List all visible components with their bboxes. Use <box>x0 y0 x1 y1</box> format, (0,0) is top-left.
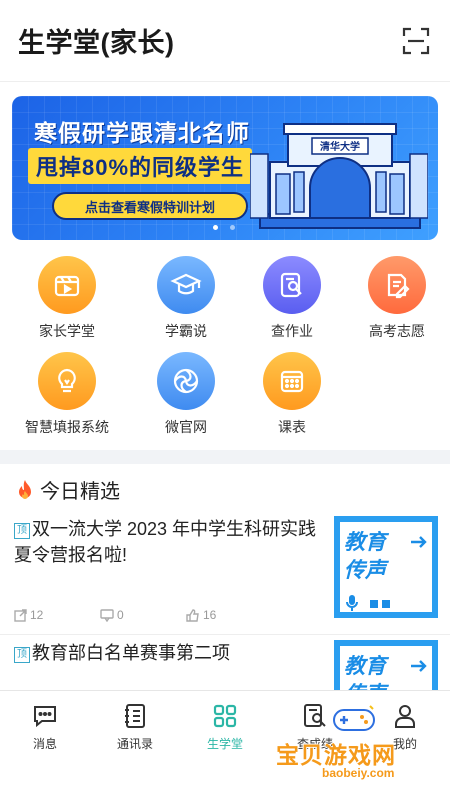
comment-stat[interactable]: 0 <box>100 608 186 622</box>
article-divider <box>0 634 450 635</box>
article-thumbnail[interactable]: 教育 传声 <box>334 516 438 618</box>
pagination-dot[interactable] <box>230 225 235 230</box>
scan-button[interactable] <box>400 25 432 57</box>
grid-item-label: 课表 <box>278 419 306 435</box>
gate-sign-text: 清华大学 <box>320 140 360 153</box>
contacts-book-icon <box>90 701 180 731</box>
share-count: 12 <box>30 608 44 622</box>
banner-cta-button[interactable]: 点击查看寒假特训计划 <box>52 192 248 220</box>
grid-item-timetable[interactable]: 课表 <box>242 352 342 437</box>
banner-headline: 寒假研学跟清北名师 <box>34 120 250 146</box>
nav-item-contacts[interactable]: 通讯录 <box>90 701 180 752</box>
grid-item-label: 学霸说 <box>165 323 207 339</box>
pen-paper-icon <box>368 256 426 314</box>
aperture-icon <box>157 352 215 410</box>
watermark-text: 宝贝游戏网 <box>276 742 396 768</box>
pagination-dot[interactable] <box>213 225 218 230</box>
nav-label: 通讯录 <box>116 737 153 751</box>
arrow-right-icon <box>411 660 427 672</box>
graduation-cap-icon <box>157 256 215 314</box>
scan-icon <box>402 27 430 54</box>
grid-item-label: 智慧填报系统 <box>25 419 109 435</box>
thumbnail-text-line1: 教育 <box>344 531 386 554</box>
banner-pagination <box>213 225 235 230</box>
article-title[interactable]: 顶双一流大学 2023 年中学生科研实践夏令营报名啦! <box>14 516 326 568</box>
grid-item-micro-site[interactable]: 微官网 <box>136 352 236 437</box>
like-count: 16 <box>203 608 217 622</box>
grid-item-label: 家长学堂 <box>39 323 95 339</box>
comment-icon <box>100 608 114 622</box>
gamepad-icon <box>333 705 375 731</box>
chat-icon <box>0 701 90 731</box>
grid-item-check-homework[interactable]: 查作业 <box>242 256 342 341</box>
thumbnail-dot <box>382 600 390 608</box>
thumbs-up-icon <box>186 608 199 622</box>
nav-item-school[interactable]: 生学堂 <box>180 701 270 752</box>
article-title[interactable]: 顶教育部白名单赛事第二项 <box>14 640 326 666</box>
grid-item-top-student[interactable]: 学霸说 <box>136 256 236 341</box>
video-clapper-icon <box>38 256 96 314</box>
article-title-text: 教育部白名单赛事第二项 <box>32 643 230 663</box>
pinned-tag: 顶 <box>14 647 30 663</box>
section-divider <box>0 450 450 464</box>
page-title: 生学堂(家长) <box>18 28 175 58</box>
nav-label: 消息 <box>32 737 57 751</box>
banner-subheadline: 甩掉80%的同级学生 <box>28 148 253 184</box>
grid-apps-icon <box>180 701 270 731</box>
nav-item-messages[interactable]: 消息 <box>0 701 90 752</box>
comment-count: 0 <box>117 608 124 622</box>
arrow-right-icon <box>411 536 427 548</box>
article-stats: 12 0 16 <box>14 608 272 622</box>
university-gate-illustration: 清华大学 <box>250 123 428 229</box>
grid-item-parent-school[interactable]: 家长学堂 <box>17 256 117 341</box>
article-title-text: 双一流大学 2023 年中学生科研实践夏令营报名啦! <box>14 519 317 565</box>
share-stat[interactable]: 12 <box>14 608 100 622</box>
promo-banner[interactable]: 寒假研学跟清北名师 甩掉80%的同级学生 点击查看寒假特训计划 清华大学 <box>12 96 438 240</box>
today-picks-header: 今日精选 <box>16 475 120 504</box>
grid-item-college-application[interactable]: 高考志愿 <box>347 256 447 341</box>
pinned-tag: 顶 <box>14 523 30 539</box>
top-bar: 生学堂(家长) <box>0 0 450 82</box>
like-stat[interactable]: 16 <box>186 608 272 622</box>
grid-item-smart-fill[interactable]: 智慧填报系统 <box>17 352 117 437</box>
nav-label: 生学堂 <box>206 737 243 751</box>
microphone-icon <box>346 595 358 611</box>
watermark-url: baobeiy.com <box>322 766 395 780</box>
grid-item-label: 高考志愿 <box>369 323 425 339</box>
grid-item-label: 查作业 <box>271 323 313 339</box>
share-icon <box>14 608 27 622</box>
watermark: 宝贝游戏网 baobeiy.com <box>276 700 446 790</box>
grid-item-label: 微官网 <box>165 419 207 435</box>
fire-icon <box>19 479 31 499</box>
search-book-icon <box>263 256 321 314</box>
thumbnail-text-line2: 传声 <box>344 559 386 582</box>
thumbnail-dot <box>370 600 378 608</box>
thumbnail-text-line1: 教育 <box>344 655 386 678</box>
section-title: 今日精选 <box>40 481 120 503</box>
calendar-grid-icon <box>263 352 321 410</box>
app-screen: 生学堂(家长) 寒假研学跟清北名师 甩掉80%的同级学生 点击查看寒假特训计划 … <box>0 0 450 800</box>
bulb-icon <box>38 352 96 410</box>
